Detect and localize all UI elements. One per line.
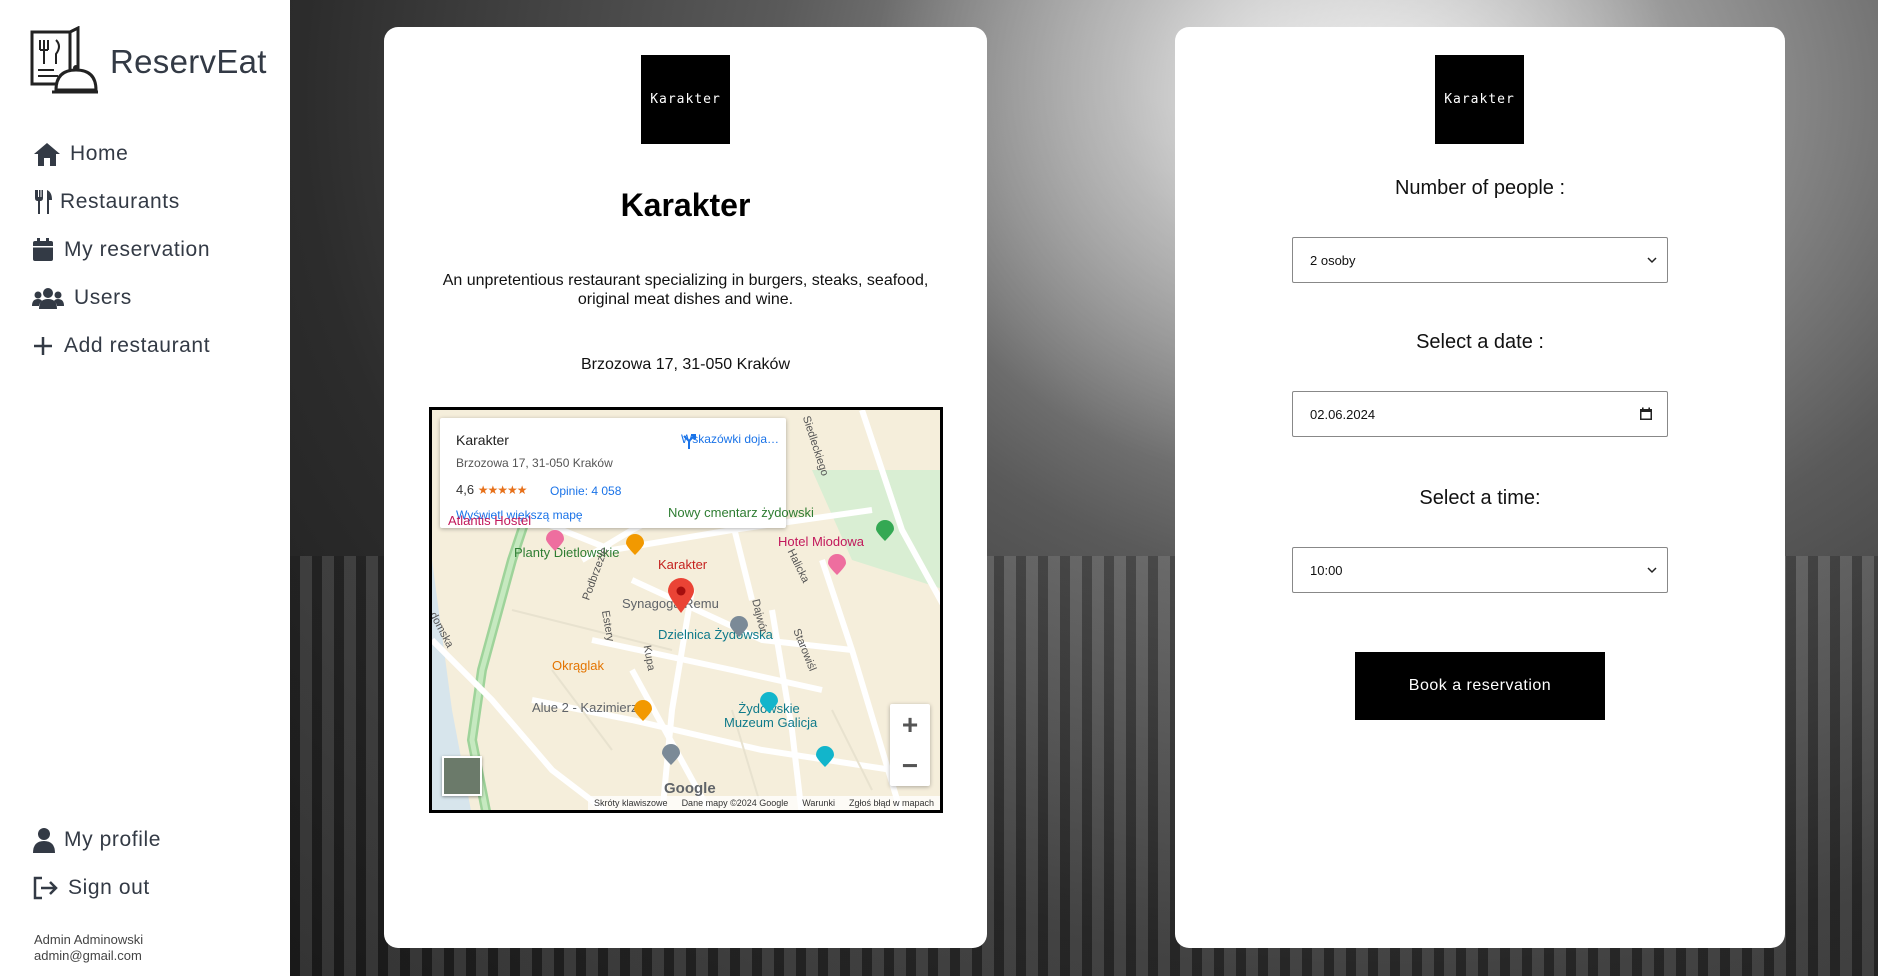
map-footer-data: Dane mapy ©2024 Google xyxy=(681,798,789,808)
place-marker-icon xyxy=(662,744,680,765)
user-email: admin@gmail.com xyxy=(34,948,142,963)
map-footer-report[interactable]: Zgłoś błąd w mapach xyxy=(849,798,934,808)
sidebar-item-my-profile[interactable]: My profile xyxy=(32,816,161,864)
cemetery-marker-icon xyxy=(876,520,894,541)
time-label: Select a time: xyxy=(1419,487,1541,509)
map-rating: 4,6 ★★★★★ xyxy=(456,482,527,497)
map-label-hostel: Atlantis Hostel xyxy=(448,513,532,528)
sidebar-item-label: Sign out xyxy=(68,876,150,899)
people-label: Number of people : xyxy=(1394,177,1566,199)
sidebar-item-users[interactable]: Users xyxy=(32,274,210,322)
sidebar-item-label: My profile xyxy=(64,828,162,851)
restaurant-marker-icon xyxy=(626,534,644,555)
sidebar-item-home[interactable]: Home xyxy=(32,130,210,178)
sidebar-item-add-restaurant[interactable]: Add restaurant xyxy=(32,322,210,370)
plus-icon xyxy=(32,331,54,361)
map-place-name: Karakter xyxy=(456,432,509,448)
sidebar-item-label: Users xyxy=(74,286,132,309)
sidebar-item-label: Home xyxy=(70,142,129,165)
date-input-value: 02.06.2024 xyxy=(1310,406,1376,422)
sidebar-item-restaurants[interactable]: Restaurants xyxy=(32,178,210,226)
time-select-value: 10:00 xyxy=(1310,562,1343,578)
map-place-address: Brzozowa 17, 31-050 Kraków xyxy=(456,456,613,470)
google-logo: Google xyxy=(664,780,716,797)
restaurant-logo: Karakter xyxy=(641,55,730,144)
home-icon xyxy=(32,139,62,169)
map-label-karakter: Karakter xyxy=(658,557,708,572)
user-icon xyxy=(32,825,56,855)
map-footer-shortcuts[interactable]: Skróty klawiszowe xyxy=(594,798,668,808)
star-rating-icon: ★★★★★ xyxy=(477,483,528,497)
map-satellite-toggle[interactable] xyxy=(442,756,482,796)
restaurant-address: Brzozowa 17, 31-050 Kraków xyxy=(581,356,790,373)
restaurant-logo: Karakter xyxy=(1435,55,1524,144)
sidebar-item-my-reservation[interactable]: My reservation xyxy=(32,226,210,274)
map-pin-icon xyxy=(668,578,694,613)
map-zoom-in-button[interactable]: + xyxy=(890,704,930,745)
synagogue-marker-icon xyxy=(730,616,748,637)
sidebar-item-sign-out[interactable]: Sign out xyxy=(32,864,161,912)
app-logo[interactable]: ReservEat xyxy=(28,26,267,98)
hostel-marker-icon xyxy=(546,530,564,551)
map-label-hotel: Hotel Miodowa xyxy=(778,534,864,549)
embedded-map[interactable]: Karakter Brzozowa 17, 31-050 Kraków 4,6 … xyxy=(429,407,943,813)
map-footer: Skróty klawiszowe Dane mapy ©2024 Google… xyxy=(588,796,940,810)
sidebar-bottom-nav: My profile Sign out xyxy=(32,816,161,912)
app-name: ReservEat xyxy=(110,43,267,80)
restaurant-details-card: Karakter Karakter An unpretentious resta… xyxy=(384,27,987,948)
map-directions-link[interactable]: Wskazówki doja… xyxy=(680,432,780,449)
sidebar: ReservEat Home Restaurants My reservatio… xyxy=(0,0,290,976)
map-label-okraglak: Okrąglak xyxy=(552,658,605,673)
map-zoom-out-button[interactable]: − xyxy=(890,745,930,786)
calendar-icon xyxy=(32,235,54,265)
district-marker-icon xyxy=(760,692,778,713)
sidebar-item-label: Add restaurant xyxy=(64,334,211,357)
user-name: Admin Adminowski xyxy=(34,932,144,947)
map-zoom-controls: + − xyxy=(890,704,930,786)
utensils-icon xyxy=(32,187,54,217)
sidebar-item-label: Restaurants xyxy=(60,190,180,213)
time-select[interactable]: 10:00 xyxy=(1292,547,1668,593)
museum-marker-icon xyxy=(816,746,834,767)
restaurant-marker-icon xyxy=(634,700,652,721)
sign-out-icon xyxy=(32,873,60,903)
map-footer-terms[interactable]: Warunki xyxy=(802,798,835,808)
people-select-value: 2 osoby xyxy=(1310,252,1356,268)
sidebar-item-label: My reservation xyxy=(64,238,211,261)
calendar-icon[interactable] xyxy=(1639,407,1653,421)
map-label-cemetery: Nowy cmentarz żydowski xyxy=(668,505,814,520)
map-reviews-link[interactable]: Opinie: 4 058 xyxy=(550,484,621,498)
users-icon xyxy=(32,283,64,313)
date-input[interactable]: 02.06.2024 xyxy=(1292,391,1668,437)
restaurant-menu-icon xyxy=(30,26,98,94)
hotel-marker-icon xyxy=(828,554,846,575)
booking-card: Karakter Number of people : 2 osoby Sele… xyxy=(1175,27,1785,948)
chevron-down-icon xyxy=(1647,257,1657,264)
sidebar-nav: Home Restaurants My reservation Users Ad… xyxy=(32,130,210,370)
date-label: Select a date : xyxy=(1416,331,1544,353)
book-reservation-button[interactable]: Book a reservation xyxy=(1355,652,1605,720)
people-select[interactable]: 2 osoby xyxy=(1292,237,1668,283)
directions-icon xyxy=(683,434,696,449)
chevron-down-icon xyxy=(1647,567,1657,574)
restaurant-description: An unpretentious restaurant specializing… xyxy=(442,272,929,308)
restaurant-name: Karakter xyxy=(620,187,751,223)
map-label-alue: Alue 2 - Kazimierz xyxy=(532,700,638,715)
current-user-info: Admin Adminowski admin@gmail.com xyxy=(34,932,143,964)
